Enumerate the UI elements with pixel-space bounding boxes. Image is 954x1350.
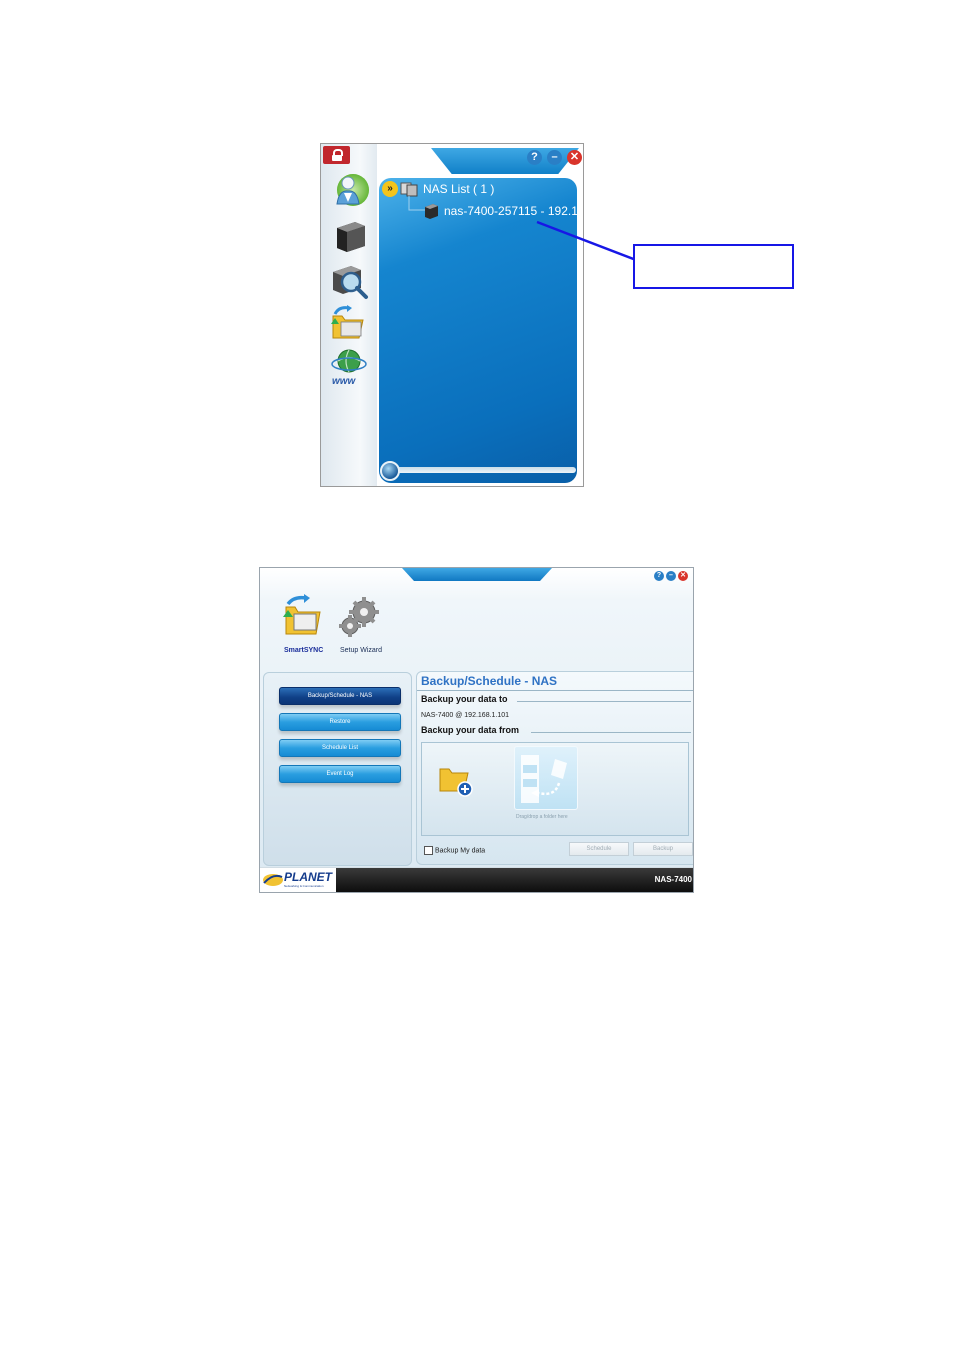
smartsync-window: ? – ✕ SmartSYNC Setup Wizard Backup/Sche… [259,567,694,893]
smartsync-icon[interactable] [280,594,326,640]
drop-zone[interactable]: Drag/drop a folder here [421,742,689,836]
planet-logo-icon [263,874,283,886]
footer-bar: PLANET Networking & Communication NAS-74… [260,867,693,892]
checkbox-label: Backup My data [435,847,486,855]
nas-server-icon[interactable] [329,216,369,256]
brand-name: PLANET [284,870,332,884]
checkbox-box[interactable] [424,846,433,855]
nas-list-item[interactable]: nas-7400-257115 - 192.16 [444,204,583,218]
svg-text:www: www [332,376,357,386]
gear-icon[interactable] [336,594,382,640]
nas-device-icon [425,204,438,219]
title-bar: ? – ✕ [377,144,583,178]
nas-group-icon [400,182,418,197]
backup-from-heading: Backup your data from [421,725,520,735]
close-icon[interactable]: ✕ [567,150,582,165]
title-tab [402,568,552,581]
backup-destination: NAS-7400 @ 192.168.1.101 [421,712,510,719]
nas-list-root[interactable]: NAS List ( 1 ) [423,182,494,196]
minimize-icon[interactable]: – [547,150,562,165]
nav-restore-button[interactable]: Restore [279,713,401,731]
help-icon[interactable]: ? [654,571,664,581]
page-title: Backup/Schedule - NAS [421,674,558,688]
left-nav-panel: Backup/Schedule - NAS Restore Schedule L… [263,672,412,866]
nav-backup-schedule-button[interactable]: Backup/Schedule - NAS [279,687,401,705]
help-icon[interactable]: ? [527,150,542,165]
user-icon[interactable] [329,170,369,210]
drag-drop-tile[interactable] [514,746,578,810]
brand-subtitle: Networking & Communication [284,884,324,888]
backup-button[interactable]: Backup [633,842,693,856]
nas-list-panel: » NAS List ( 1 ) nas-7400-257115 - 192.1… [379,178,583,483]
divider [531,732,691,733]
drag-drop-icon [521,755,567,803]
backup-my-data-checkbox[interactable]: Backup My data [424,846,485,855]
close-icon[interactable]: ✕ [678,571,688,581]
nav-event-log-button[interactable]: Event Log [279,765,401,783]
scroll-slider-knob[interactable] [380,461,400,481]
add-folder-icon[interactable] [438,765,474,797]
magnifier-icon[interactable] [329,260,369,300]
expand-icon[interactable]: » [382,181,398,197]
setup-wizard-label[interactable]: Setup Wizard [340,647,382,654]
planet-logo: PLANET Networking & Communication [260,868,336,892]
nas-list-window: www ? – ✕ » NAS List ( 1 ) nas-7400-2571… [320,143,584,487]
main-panel: Backup/Schedule - NAS Backup your data t… [416,671,693,865]
lock-icon[interactable] [323,146,350,164]
globe-www-icon[interactable]: www [329,346,369,386]
backup-to-heading: Backup your data to [421,694,508,704]
drop-hint: Drag/drop a folder here [516,814,568,820]
title-divider [417,690,693,691]
model-label: NAS-7400 [654,875,692,884]
smartsync-label[interactable]: SmartSYNC [284,647,323,654]
callout-box [633,244,794,289]
divider [517,701,691,702]
scroll-slider-track[interactable] [383,467,576,473]
schedule-button[interactable]: Schedule [569,842,629,856]
left-nav-bar: www [321,144,377,486]
backup-folder-icon[interactable] [329,304,369,344]
nav-schedule-list-button[interactable]: Schedule List [279,739,401,757]
minimize-icon[interactable]: – [666,571,676,581]
